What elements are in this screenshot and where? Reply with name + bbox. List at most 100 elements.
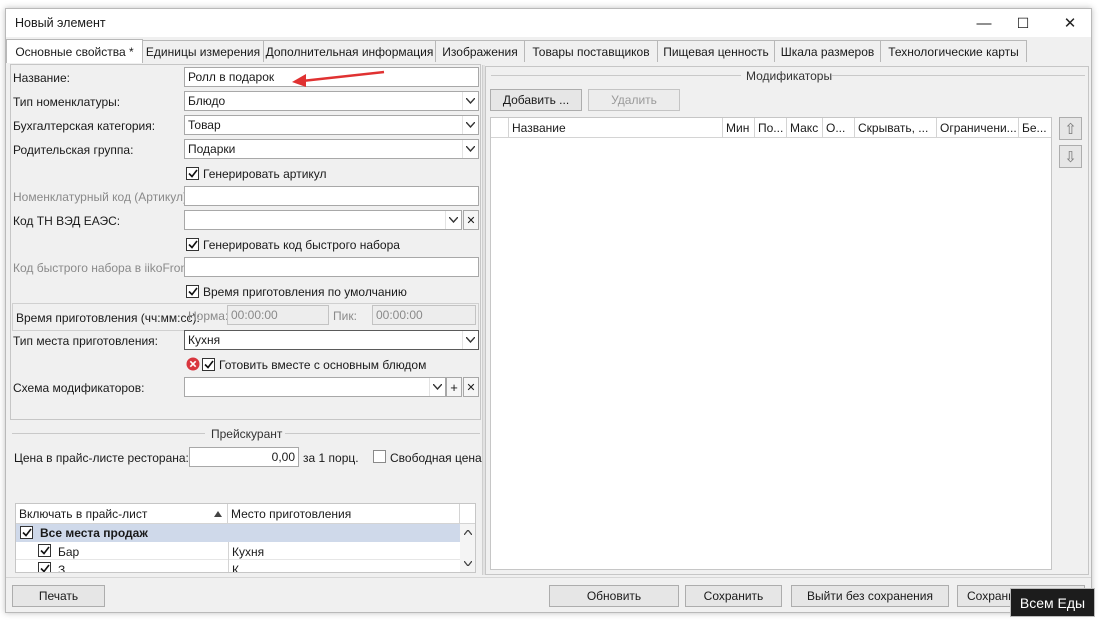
article-label: Номенклатурный код (Артикул): xyxy=(13,190,191,204)
close-button[interactable]: ✕ xyxy=(1053,9,1087,37)
header-required[interactable]: О... xyxy=(823,118,855,138)
tab-nutrition[interactable]: Пищевая ценность xyxy=(657,40,775,62)
peak-time-input[interactable]: 00:00:00 xyxy=(372,305,476,325)
price-input[interactable]: 0,00 xyxy=(189,447,299,467)
price-table-scrollbar[interactable] xyxy=(460,524,475,572)
chevron-down-icon[interactable] xyxy=(462,331,478,349)
place-type-select[interactable]: Кухня xyxy=(184,330,479,350)
modifiers-group-title: Модификаторы xyxy=(746,69,833,83)
tab-main-properties[interactable]: Основные свойства * xyxy=(6,39,143,63)
add-modifier-button[interactable]: Добавить ... xyxy=(490,89,582,111)
tab-tech-cards[interactable]: Технологические карты xyxy=(880,40,1027,62)
window-title: Новый элемент xyxy=(15,16,106,30)
price-table: Включать в прайс-лист Место приготовлени… xyxy=(15,503,476,573)
minimize-button[interactable]: — xyxy=(967,9,1001,37)
chevron-down-icon[interactable] xyxy=(462,140,478,158)
tab-units[interactable]: Единицы измерения xyxy=(142,40,264,62)
print-button[interactable]: Печать xyxy=(12,585,105,607)
header-hide[interactable]: Скрывать, ... xyxy=(855,118,937,138)
save-button[interactable]: Сохранить xyxy=(685,585,782,607)
place-type-label: Тип места приготовления: xyxy=(13,334,159,348)
tab-size-scale[interactable]: Шкала размеров xyxy=(774,40,881,62)
article-input[interactable] xyxy=(184,186,479,206)
gen-article-checkbox[interactable] xyxy=(186,167,199,180)
header-limit[interactable]: Ограничени... xyxy=(937,118,1019,138)
name-label: Название: xyxy=(13,71,70,85)
modifier-scheme-select[interactable] xyxy=(184,377,446,397)
row-place: Кухня xyxy=(232,545,265,559)
header-include[interactable]: Включать в прайс-лист xyxy=(16,504,228,524)
norm-time-input[interactable]: 00:00:00 xyxy=(227,305,329,325)
type-label: Тип номенклатуры: xyxy=(13,95,121,109)
delete-modifier-button[interactable]: Удалить xyxy=(588,89,680,111)
gen-quick-code-label: Генерировать код быстрого набора xyxy=(203,238,400,252)
gen-article-label: Генерировать артикул xyxy=(203,167,327,181)
chevron-down-icon[interactable] xyxy=(462,116,478,134)
row-place: К xyxy=(232,563,239,573)
peak-label: Пик: xyxy=(333,309,357,323)
header-name[interactable]: Название xyxy=(509,118,723,138)
arrow-down-icon: ⇩ xyxy=(1064,148,1077,166)
exit-without-saving-button[interactable]: Выйти без сохранения xyxy=(791,585,949,607)
maximize-button[interactable]: ☐ xyxy=(1006,9,1040,37)
row-label: Все места продаж xyxy=(40,526,148,540)
move-down-button[interactable]: ⇩ xyxy=(1059,145,1082,168)
tnved-select[interactable] xyxy=(184,210,462,230)
tab-images[interactable]: Изображения xyxy=(435,40,525,62)
free-price-checkbox[interactable] xyxy=(373,450,386,463)
watermark-badge: Всем Еды xyxy=(1010,588,1095,617)
gen-quick-code-checkbox[interactable] xyxy=(186,238,199,251)
table-row[interactable]: Все места продаж xyxy=(16,524,460,542)
tab-supplier-goods[interactable]: Товары поставщиков xyxy=(524,40,658,62)
accounting-label: Бухгалтерская категория: xyxy=(13,119,156,133)
default-time-checkbox[interactable] xyxy=(186,285,199,298)
norm-label: Норма: xyxy=(188,309,229,323)
quick-code-input[interactable] xyxy=(184,257,479,277)
header-min[interactable]: Мин xyxy=(723,118,755,138)
sort-asc-icon xyxy=(214,511,222,517)
type-value: Блюдо xyxy=(188,94,226,108)
parent-group-select[interactable]: Подарки xyxy=(184,139,479,159)
table-row[interactable]: Бар Кухня xyxy=(16,542,460,560)
column-divider xyxy=(228,560,229,572)
chevron-down-icon[interactable] xyxy=(462,92,478,110)
title-bar: Новый элемент — ☐ ✕ xyxy=(6,9,1091,37)
scroll-up-icon[interactable] xyxy=(464,530,472,535)
table-row[interactable]: З К xyxy=(16,560,460,573)
row-checkbox[interactable] xyxy=(38,562,51,572)
clear-icon[interactable]: ✕ xyxy=(463,210,479,230)
group-line xyxy=(491,75,741,76)
price-table-header: Включать в прайс-лист Место приготовлени… xyxy=(16,504,475,524)
header-default[interactable]: По... xyxy=(755,118,787,138)
tab-additional-info[interactable]: Дополнительная информация xyxy=(263,40,436,62)
annotation-arrow xyxy=(292,70,385,87)
modifiers-grid-header: Название Мин По... Макс О... Скрывать, .… xyxy=(491,118,1051,138)
header-place[interactable]: Место приготовления xyxy=(228,504,460,524)
scroll-down-icon[interactable] xyxy=(464,561,472,566)
tnved-label: Код ТН ВЭД ЕАЭС: xyxy=(13,214,121,228)
modifiers-grid: Название Мин По... Макс О... Скрывать, .… xyxy=(490,117,1052,570)
row-label: Бар xyxy=(58,545,80,559)
header-max[interactable]: Макс xyxy=(787,118,823,138)
chevron-down-icon[interactable] xyxy=(445,211,461,229)
cook-together-checkbox[interactable] xyxy=(202,358,215,371)
add-icon[interactable]: + xyxy=(446,377,462,397)
header-free[interactable]: Бе... xyxy=(1019,118,1051,138)
arrow-up-icon: ⇧ xyxy=(1064,120,1077,138)
type-select[interactable]: Блюдо xyxy=(184,91,479,111)
place-type-value: Кухня xyxy=(188,333,221,347)
dialog-window: Новый элемент — ☐ ✕ Основные свойства * … xyxy=(5,8,1092,613)
accounting-value: Товар xyxy=(188,118,221,132)
row-checkbox[interactable] xyxy=(20,526,33,539)
column-divider xyxy=(228,542,229,560)
parent-group-label: Родительская группа: xyxy=(13,143,134,157)
group-line xyxy=(832,75,1085,76)
accounting-select[interactable]: Товар xyxy=(184,115,479,135)
clear-icon[interactable]: ✕ xyxy=(463,377,479,397)
move-up-button[interactable]: ⇧ xyxy=(1059,117,1082,140)
refresh-button[interactable]: Обновить xyxy=(549,585,679,607)
chevron-down-icon[interactable] xyxy=(429,378,445,396)
row-checkbox[interactable] xyxy=(38,544,51,557)
price-group-title: Прейскурант xyxy=(211,427,283,441)
default-time-label: Время приготовления по умолчанию xyxy=(203,285,407,299)
